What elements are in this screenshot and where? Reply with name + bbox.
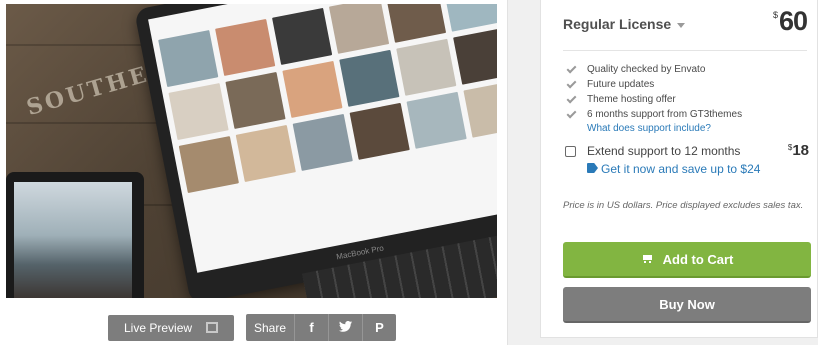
price-value: 60 (778, 6, 808, 36)
gallery-tile (168, 83, 229, 141)
feature-text: Future updates (587, 79, 655, 90)
screen-gallery (158, 4, 497, 194)
live-preview-label: Live Preview (124, 321, 193, 335)
feature-item: Future updates (566, 77, 742, 92)
add-to-cart-label: Add to Cart (662, 251, 734, 267)
theme-preview-image: SOUTHERN MacBook Pro (6, 4, 497, 298)
gallery-tile (235, 124, 296, 183)
feature-list: Quality checked by Envato Future updates… (566, 62, 743, 122)
check-icon (566, 63, 577, 73)
gallery-tile (339, 49, 400, 107)
license-name: Regular License (563, 16, 672, 32)
buy-now-label: Buy Now (659, 296, 715, 312)
feature-text: Theme hosting offer (587, 94, 676, 105)
purchase-panel: Regular License $ 60 Quality checked by … (540, 0, 818, 338)
laptop-screen (148, 4, 497, 273)
gallery-tile (406, 91, 467, 149)
feature-item: Theme hosting offer (566, 92, 742, 107)
facebook-icon: f (309, 320, 314, 335)
gallery-tile (453, 27, 497, 85)
support-info-link[interactable]: What does support include? (587, 123, 711, 134)
preview-window-icon (206, 322, 218, 333)
caret-down-icon (677, 22, 686, 28)
feature-item: Quality checked by Envato (566, 62, 742, 77)
twitter-share-button[interactable] (328, 314, 362, 341)
pinterest-share-button[interactable]: P (362, 314, 396, 341)
tablet-screen (14, 182, 132, 298)
gallery-tile (272, 7, 333, 65)
extend-support-price: $ 18 (788, 142, 809, 159)
extend-support-label[interactable]: Extend support to 12 months (587, 144, 740, 158)
tag-icon (587, 163, 598, 173)
gallery-tile (328, 4, 390, 54)
gallery-tile (158, 30, 219, 88)
check-icon (566, 108, 577, 118)
feature-item: 6 months support from GT3themes (566, 107, 743, 122)
feature-text: Quality checked by Envato (587, 64, 706, 75)
gallery-tile (396, 38, 457, 96)
feature-text: 6 months support from GT3themes (587, 109, 743, 120)
add-to-cart-button[interactable]: Add to Cart (563, 242, 811, 278)
gallery-tile (178, 136, 239, 194)
facebook-share-button[interactable]: f (294, 314, 328, 341)
price-value: 18 (792, 142, 809, 159)
share-bar: Share f P (246, 314, 396, 341)
gallery-tile (463, 80, 497, 138)
check-icon (566, 93, 577, 103)
check-icon (566, 78, 577, 88)
cart-icon (641, 254, 653, 264)
tablet-mockup (6, 172, 144, 298)
gallery-tile (282, 60, 343, 118)
gallery-tile (215, 18, 276, 76)
gallery-tile (349, 102, 410, 160)
divider (563, 50, 807, 51)
save-offer-link[interactable]: Get it now and save up to $24 (601, 162, 760, 176)
buy-now-button[interactable]: Buy Now (563, 287, 811, 323)
gallery-tile (292, 113, 353, 171)
live-preview-button[interactable]: Live Preview (108, 315, 234, 341)
gallery-tile (385, 4, 447, 43)
currency-symbol: $ (772, 10, 778, 20)
price-note: Price is in US dollars. Price displayed … (563, 200, 804, 211)
preview-area: SOUTHERN MacBook Pro Live Preview Share … (0, 0, 508, 345)
pinterest-icon: P (375, 320, 384, 335)
gallery-tile (225, 71, 286, 129)
extend-support-checkbox[interactable] (565, 146, 576, 157)
twitter-icon (339, 320, 352, 335)
share-label: Share (253, 320, 287, 335)
license-price: $ 60 (772, 6, 808, 37)
license-selector[interactable]: Regular License (563, 16, 686, 32)
gallery-tile (442, 4, 497, 32)
